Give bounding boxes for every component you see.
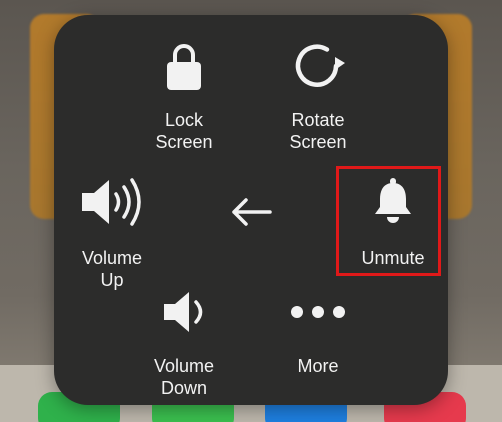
lock-icon: [166, 37, 202, 95]
volume-down-label-line2: Down: [160, 378, 208, 398]
rotate-screen-label-line2: Screen: [289, 132, 347, 152]
bell-icon: [371, 173, 415, 231]
lock-screen-label-line2: Screen: [155, 132, 213, 152]
volume-up-label-line2: Up: [100, 270, 124, 290]
unmute-button[interactable]: Unmute: [343, 173, 443, 269]
volume-down-button[interactable]: Volume Down: [134, 283, 234, 399]
back-button[interactable]: [228, 195, 274, 229]
rotate-screen-button[interactable]: Rotate Screen: [268, 37, 368, 153]
volume-down-label-line1: Volume: [153, 356, 215, 376]
assistive-touch-menu: Lock Screen Rotate Screen Volume Up Unmu…: [54, 15, 448, 405]
rotate-screen-label-line1: Rotate: [291, 110, 345, 130]
screen: Lock Screen Rotate Screen Volume Up Unmu…: [0, 0, 502, 422]
ellipsis-icon: [290, 283, 346, 341]
rotate-icon: [289, 37, 347, 95]
lock-screen-button[interactable]: Lock Screen: [134, 37, 234, 153]
more-label: More: [297, 356, 339, 376]
arrow-left-icon: [230, 195, 272, 229]
speaker-up-icon: [80, 173, 144, 231]
volume-up-label-line1: Volume: [81, 248, 143, 268]
speaker-down-icon: [162, 283, 206, 341]
more-button[interactable]: More: [268, 283, 368, 377]
volume-up-button[interactable]: Volume Up: [62, 173, 162, 291]
lock-screen-label-line1: Lock: [164, 110, 204, 130]
unmute-label: Unmute: [361, 248, 425, 268]
